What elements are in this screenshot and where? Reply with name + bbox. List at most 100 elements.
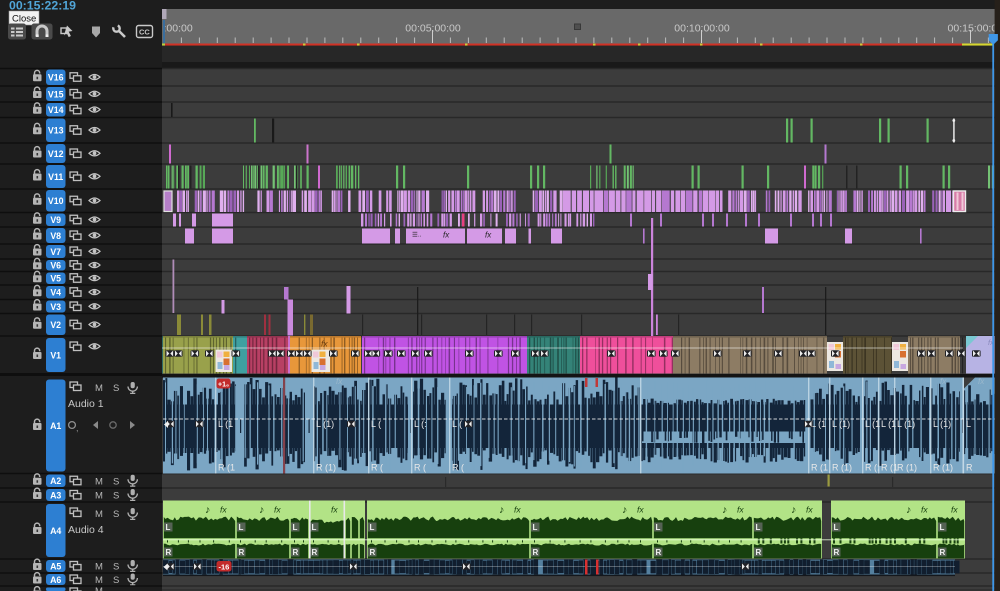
svg-text:L: L — [656, 523, 661, 532]
svg-text:fx: fx — [514, 505, 521, 515]
svg-text:L: L — [940, 523, 945, 532]
svg-text:L (:: L (: — [414, 419, 427, 429]
svg-text:A1: A1 — [50, 421, 61, 431]
svg-text:R (1: R (1 — [811, 463, 828, 473]
svg-text:A6: A6 — [50, 575, 61, 585]
svg-text:M: M — [95, 509, 103, 520]
svg-text:fx: fx — [274, 505, 281, 515]
svg-text:fx: fx — [220, 505, 227, 515]
svg-text:fx: fx — [940, 377, 947, 386]
svg-text:L: L — [533, 523, 538, 532]
svg-text:fx: fx — [485, 231, 492, 240]
svg-text:L (: L ( — [371, 419, 381, 429]
svg-text:V16: V16 — [48, 73, 64, 83]
svg-text:V2: V2 — [50, 320, 61, 330]
svg-text:R: R — [940, 548, 946, 557]
svg-text:S: S — [113, 491, 119, 502]
svg-text:fx: fx — [443, 231, 450, 240]
svg-text:,: , — [76, 423, 79, 433]
svg-text:M: M — [95, 562, 103, 573]
svg-text:S: S — [113, 562, 119, 573]
svg-text:V7: V7 — [50, 247, 61, 257]
svg-text:Audio 4: Audio 4 — [68, 524, 104, 536]
svg-text:S: S — [113, 509, 119, 520]
svg-text:L (1): L (1) — [832, 419, 850, 429]
svg-text:L (: L ( — [452, 419, 462, 429]
svg-text:A2: A2 — [50, 476, 61, 486]
svg-text:V1: V1 — [50, 350, 61, 360]
svg-text:L: L — [370, 523, 375, 532]
svg-text:L (1): L (1) — [897, 419, 915, 429]
svg-text:V5: V5 — [50, 274, 61, 284]
svg-text:R (1): R (1) — [832, 463, 852, 473]
svg-text:V8: V8 — [50, 231, 61, 241]
svg-text:L: L — [293, 523, 298, 532]
svg-text:fx: fx — [331, 505, 338, 515]
svg-text:S: S — [113, 575, 119, 586]
svg-text:M: M — [95, 383, 103, 394]
svg-text:♪: ♪ — [259, 504, 264, 516]
svg-text:V9: V9 — [50, 215, 61, 225]
svg-text:R (: R ( — [452, 463, 464, 473]
svg-text:R (1): R (1) — [316, 463, 336, 473]
svg-text:00:15:22:19: 00:15:22:19 — [9, 0, 76, 13]
svg-text:fx: fx — [321, 339, 328, 349]
svg-text:L (1: L (1 — [865, 419, 880, 429]
svg-text:R (: R ( — [371, 463, 383, 473]
svg-text:M: M — [95, 586, 103, 591]
svg-text:♪: ♪ — [906, 504, 911, 516]
svg-text:R: R — [239, 548, 245, 557]
svg-text:L: L — [834, 523, 839, 532]
svg-text:♪: ♪ — [622, 504, 627, 516]
svg-text:fx: fx — [921, 505, 928, 515]
svg-text:V13: V13 — [48, 126, 64, 136]
svg-text:CC: CC — [139, 28, 150, 37]
svg-text:V4: V4 — [50, 288, 61, 298]
svg-text:fx: fx — [336, 377, 343, 386]
svg-text:00:05:00:00: 00:05:00:00 — [405, 23, 461, 35]
svg-text:R (1: R (1 — [881, 463, 898, 473]
svg-text:fx: fx — [806, 505, 813, 515]
svg-text:R: R — [533, 548, 539, 557]
svg-text:A5: A5 — [50, 561, 61, 571]
svg-text:V6: V6 — [50, 261, 61, 271]
svg-text:M: M — [95, 476, 103, 487]
svg-text:R (:: R (: — [865, 463, 880, 473]
svg-text::00:00: :00:00 — [164, 23, 193, 35]
svg-text:L (1: L (1 — [881, 419, 896, 429]
svg-text:00:15:00:00: 00:15:00:00 — [948, 23, 1000, 35]
svg-text:R: R — [312, 548, 318, 557]
svg-text:R: R — [756, 548, 762, 557]
svg-text:V3: V3 — [50, 302, 61, 312]
svg-text:L: L — [166, 523, 171, 532]
svg-text:Close: Close — [12, 14, 36, 25]
svg-text:L: L — [966, 419, 971, 429]
svg-text:R (1: R (1 — [218, 463, 235, 473]
svg-text:♪: ♪ — [499, 504, 504, 516]
svg-text:Audio 1: Audio 1 — [68, 398, 104, 410]
svg-text:L (1: L (1 — [811, 419, 826, 429]
svg-text:V11: V11 — [48, 172, 63, 182]
svg-text:R (1): R (1) — [933, 463, 953, 473]
svg-text:V10: V10 — [48, 196, 64, 206]
svg-text:☰..: ☰.. — [412, 232, 422, 239]
svg-text:fx: fx — [978, 377, 985, 386]
svg-text:R: R — [834, 548, 840, 557]
svg-text:R: R — [166, 548, 172, 557]
svg-text:L: L — [312, 523, 317, 532]
svg-text:R: R — [370, 548, 376, 557]
svg-text:S: S — [113, 476, 119, 487]
svg-text:V12: V12 — [48, 149, 64, 159]
svg-text:R: R — [656, 548, 662, 557]
svg-text:-16: -16 — [219, 563, 230, 572]
svg-text:R (1): R (1) — [897, 463, 917, 473]
svg-text:fx: fx — [951, 505, 958, 515]
svg-text:L (1): L (1) — [316, 419, 334, 429]
svg-text:♪: ♪ — [791, 504, 796, 516]
svg-text:L (1): L (1) — [933, 419, 951, 429]
svg-text:R: R — [293, 548, 299, 557]
svg-text:fx: fx — [737, 505, 744, 515]
svg-text:R (: R ( — [414, 463, 426, 473]
svg-text:A3: A3 — [50, 490, 61, 500]
svg-text:R: R — [966, 463, 973, 473]
